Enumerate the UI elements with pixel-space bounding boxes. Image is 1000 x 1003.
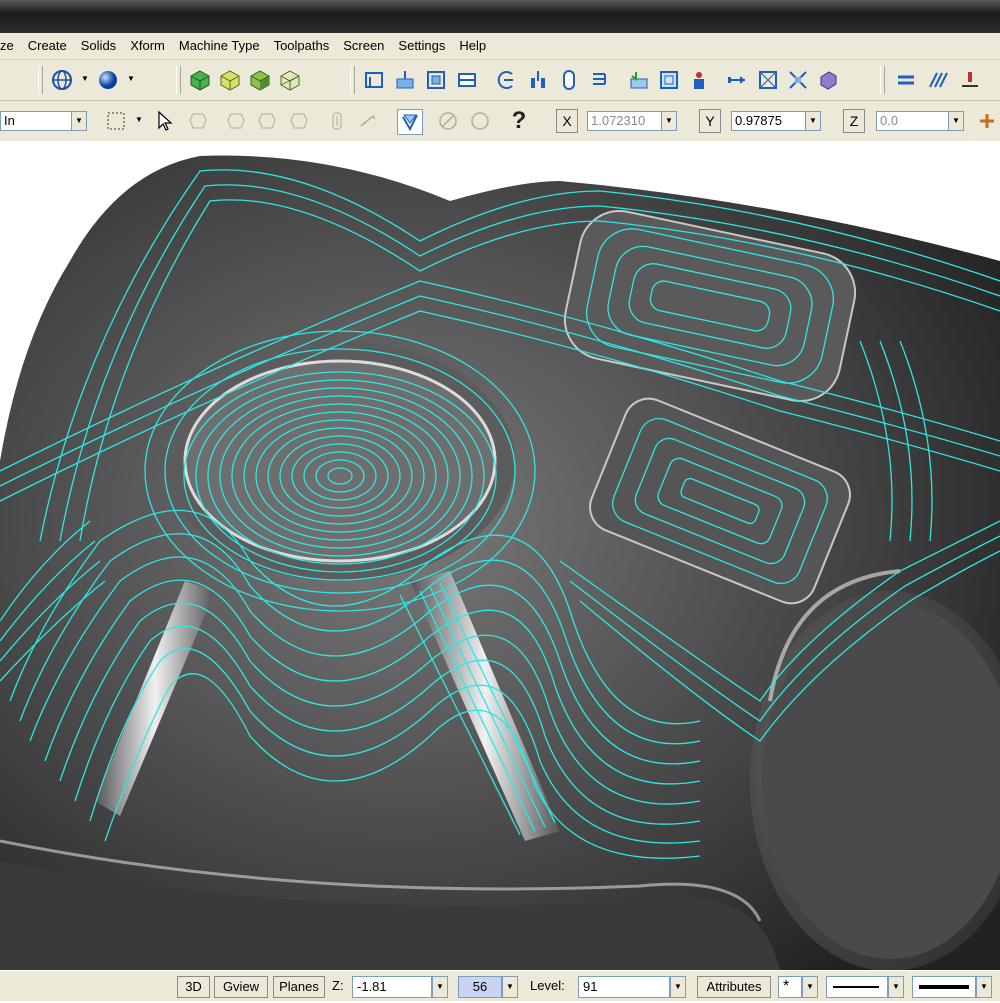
toolpath-slot-icon[interactable] bbox=[557, 68, 581, 92]
chevron-down-icon[interactable]: ▼ bbox=[81, 74, 89, 83]
menu-xform[interactable]: Xform bbox=[123, 34, 172, 58]
part-model-render bbox=[0, 155, 1000, 970]
toolbar-grip[interactable] bbox=[176, 66, 181, 94]
chevron-down-icon[interactable]: ▼ bbox=[71, 111, 87, 131]
help-icon[interactable]: ? bbox=[507, 107, 531, 134]
toolpath-surface-rough-icon[interactable] bbox=[424, 68, 448, 92]
z-coord-button[interactable]: Z bbox=[843, 109, 865, 133]
units-select[interactable]: In bbox=[0, 111, 72, 131]
solid-cube-green-icon[interactable] bbox=[188, 68, 212, 92]
menu-analyze[interactable]: ze bbox=[0, 34, 21, 58]
transform-icon[interactable] bbox=[725, 68, 749, 92]
menu-create[interactable]: Create bbox=[21, 34, 74, 58]
multiaxis-icon[interactable] bbox=[756, 68, 780, 92]
x-coord-input[interactable]: 1.072310 bbox=[587, 111, 663, 131]
x-coord-button[interactable]: X bbox=[556, 109, 578, 133]
chevron-down-icon[interactable]: ▼ bbox=[127, 74, 135, 83]
gview-button[interactable]: Gview bbox=[214, 976, 268, 998]
operations-manager-icon[interactable] bbox=[627, 68, 651, 92]
backplot-icon[interactable] bbox=[657, 68, 681, 92]
dimension-icon[interactable] bbox=[958, 68, 982, 92]
level-label: Level: bbox=[530, 978, 565, 993]
chevron-down-icon[interactable]: ▼ bbox=[135, 115, 143, 124]
solid-select-icon bbox=[287, 109, 311, 133]
chevron-down-icon[interactable]: ▼ bbox=[802, 976, 818, 998]
line-width-preview-icon bbox=[919, 985, 969, 989]
graphics-viewport[interactable] bbox=[0, 141, 1000, 970]
menu-help[interactable]: Help bbox=[452, 34, 493, 58]
planes-gview-icon[interactable] bbox=[50, 68, 74, 92]
menu-settings[interactable]: Settings bbox=[391, 34, 452, 58]
no-entry-icon bbox=[468, 109, 492, 133]
solid-select-icon bbox=[224, 109, 248, 133]
menu-screen[interactable]: Screen bbox=[336, 34, 391, 58]
toolbar-grip[interactable] bbox=[350, 66, 355, 94]
line-style-icon[interactable] bbox=[894, 68, 918, 92]
window-title-bar bbox=[0, 0, 1000, 33]
z-depth-label: Z: bbox=[332, 978, 344, 993]
chain-icon bbox=[325, 109, 349, 133]
level-input[interactable]: 91 bbox=[578, 976, 670, 998]
cursor-arrow-icon[interactable] bbox=[154, 109, 178, 133]
wireframe-cube-icon[interactable] bbox=[278, 68, 302, 92]
chevron-down-icon[interactable]: ▼ bbox=[432, 976, 448, 998]
solid-select-icon bbox=[255, 109, 279, 133]
add-entity-icon[interactable] bbox=[975, 109, 999, 133]
y-coord-input[interactable]: 0.97875 bbox=[731, 111, 807, 131]
toolpath-surface-finish-icon[interactable] bbox=[455, 68, 479, 92]
y-coord-button[interactable]: Y bbox=[699, 109, 721, 133]
chain-icon bbox=[356, 109, 380, 133]
ribbon-toolbar: In ▼ ▼ ? X 1.072310 ▼ Y 0.97875 ▼ Z 0.0 … bbox=[0, 101, 1000, 142]
toolbar-grip[interactable] bbox=[880, 66, 885, 94]
chevron-down-icon[interactable]: ▼ bbox=[670, 976, 686, 998]
color-indicator[interactable]: 56 bbox=[458, 976, 502, 998]
hatch-icon[interactable] bbox=[926, 68, 950, 92]
verify-icon[interactable] bbox=[687, 68, 711, 92]
status-bar: 3D Gview Planes Z: -1.81 ▼ 56 ▼ Level: 9… bbox=[0, 970, 1000, 1001]
nesting-icon[interactable] bbox=[786, 68, 810, 92]
select-box-icon[interactable] bbox=[104, 109, 128, 133]
toolpath-drill-icon[interactable] bbox=[495, 68, 519, 92]
chevron-down-icon[interactable]: ▼ bbox=[888, 976, 904, 998]
chevron-down-icon[interactable]: ▼ bbox=[502, 976, 518, 998]
attributes-button[interactable]: Attributes bbox=[697, 976, 771, 998]
3d-button[interactable]: 3D bbox=[177, 976, 210, 998]
no-entry-icon bbox=[436, 109, 460, 133]
chevron-down-icon[interactable]: ▼ bbox=[805, 111, 821, 131]
toolpath-circle-icon[interactable] bbox=[526, 68, 550, 92]
toolpath-contour-icon[interactable] bbox=[362, 68, 386, 92]
toolbar-grip[interactable] bbox=[38, 66, 43, 94]
menu-bar: ze Create Solids Xform Machine Type Tool… bbox=[0, 33, 1000, 60]
point-style-select[interactable]: * bbox=[778, 976, 802, 998]
menu-solids[interactable]: Solids bbox=[74, 34, 123, 58]
planes-button[interactable]: Planes bbox=[273, 976, 325, 998]
toolpath-thread-icon[interactable] bbox=[587, 68, 611, 92]
z-depth-input[interactable]: -1.81 bbox=[352, 976, 432, 998]
line-style-select[interactable] bbox=[826, 976, 888, 998]
toolpath-pocket-icon[interactable] bbox=[393, 68, 417, 92]
chevron-down-icon[interactable]: ▼ bbox=[976, 976, 992, 998]
stock-icon[interactable] bbox=[816, 68, 840, 92]
line-style-preview-icon bbox=[833, 986, 879, 988]
main-toolbar: ▼ ▼ bbox=[0, 60, 1000, 101]
chevron-down-icon[interactable]: ▼ bbox=[948, 111, 964, 131]
chevron-down-icon[interactable]: ▼ bbox=[661, 111, 677, 131]
menu-toolpaths[interactable]: Toolpaths bbox=[267, 34, 337, 58]
shading-sphere-icon[interactable] bbox=[96, 68, 120, 92]
menu-machine-type[interactable]: Machine Type bbox=[172, 34, 267, 58]
line-width-select[interactable] bbox=[912, 976, 976, 998]
solid-select-icon bbox=[186, 109, 210, 133]
solid-cube-yellow-icon[interactable] bbox=[218, 68, 242, 92]
solid-cube-shaded-icon[interactable] bbox=[248, 68, 272, 92]
verify-check-icon[interactable] bbox=[397, 109, 423, 135]
z-coord-input[interactable]: 0.0 bbox=[876, 111, 950, 131]
